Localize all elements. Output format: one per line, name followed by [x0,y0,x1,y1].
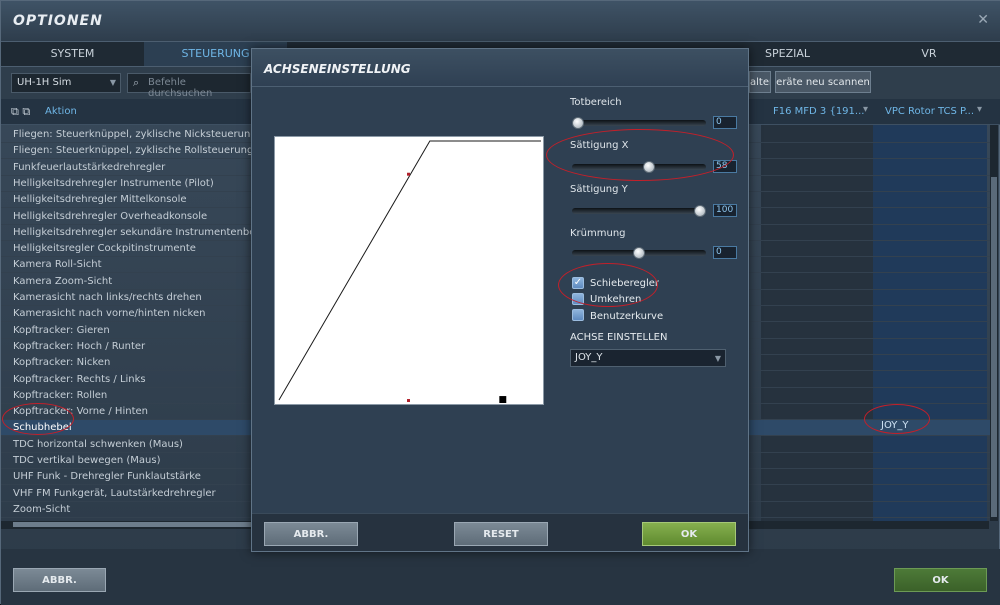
window-title: OPTIONEN [13,13,103,29]
column-action[interactable]: Aktion [45,106,77,117]
chevron-down-icon[interactable]: ▾ [863,104,868,115]
saturation-y-label: Sättigung Y [570,184,628,195]
saturation-y-slider[interactable] [572,208,706,214]
chevron-down-icon: ▼ [714,354,721,363]
annotation-circle [2,403,74,435]
tab-vr[interactable]: VR [859,42,999,66]
bottom-bar: ABBR. OK [1,549,1000,605]
tab-system[interactable]: SYSTEM [1,42,144,66]
aircraft-select-value: UH-1H Sim [17,77,72,88]
axis-curve-graph [274,136,544,405]
input-marker [407,399,410,403]
curvature-value[interactable]: 0 [713,246,737,259]
deadzone-slider-handle[interactable] [572,117,584,129]
deadzone-value[interactable]: 0 [713,116,737,129]
curvature-label: Krümmung [570,228,626,239]
custom-curve-checkbox-label[interactable]: Benutzerkurve [590,311,663,322]
dialog-title: ACHSENEINSTELLUNG [264,62,411,76]
dialog-ok-button[interactable]: OK [642,522,736,546]
output-marker [499,396,507,404]
close-icon[interactable]: ✕ [977,12,989,28]
dialog-title-bar: ACHSENEINSTELLUNG [252,49,748,87]
deadzone-slider[interactable] [572,120,706,126]
axis-curve [278,140,542,401]
search-input[interactable]: ⌕ Befehle durchsuchen [127,73,251,99]
curvature-slider-handle[interactable] [633,247,645,259]
column-device-f16mfd3[interactable]: F16 MFD 3 {191... [773,106,864,117]
deadzone-label: Totbereich [570,97,622,108]
annotation-circle [546,129,734,181]
axis-assign-heading: ACHSE EINSTELLEN [570,332,668,343]
horizontal-scrollbar-thumb[interactable] [13,522,253,527]
title-bar: OPTIONEN ✕ [1,1,1000,41]
saturation-y-slider-handle[interactable] [694,205,706,217]
rescan-devices-button[interactable]: eräte neu scannen [775,71,871,93]
dialog-body: Totbereich 0 Sättigung X 58 Sättigung Y … [252,87,748,513]
collapse-expand-icon[interactable]: ⧉ ⧉ [11,105,30,119]
ok-button[interactable]: OK [894,568,987,592]
cancel-button[interactable]: ABBR. [13,568,106,592]
curve-marker [407,172,410,176]
dialog-footer: ABBR. RESET OK [252,513,748,551]
axis-settings-dialog: ACHSENEINSTELLUNG Totbereich 0 Sättigung… [251,48,749,552]
aircraft-select[interactable]: UH-1H Sim ▼ [11,73,121,93]
search-placeholder: Befehle durchsuchen [148,77,213,99]
annotation-circle [558,263,658,307]
dialog-cancel-button[interactable]: ABBR. [264,522,358,546]
saturation-y-value[interactable]: 100 [713,204,737,217]
axis-select-value: JOY_Y [575,352,603,363]
chevron-down-icon[interactable]: ▾ [977,104,982,115]
annotation-circle [864,404,930,434]
vertical-scrollbar-thumb[interactable] [991,177,997,517]
search-icon: ⌕ [133,76,140,89]
axis-select[interactable]: JOY_Y ▼ [570,349,726,367]
toolbar-button-partial[interactable]: alter [749,71,771,93]
chevron-down-icon: ▼ [109,78,116,87]
column-device-vpc-rotor[interactable]: VPC Rotor TCS P... [885,106,974,117]
custom-curve-checkbox[interactable] [572,309,584,321]
dialog-reset-button[interactable]: RESET [454,522,548,546]
